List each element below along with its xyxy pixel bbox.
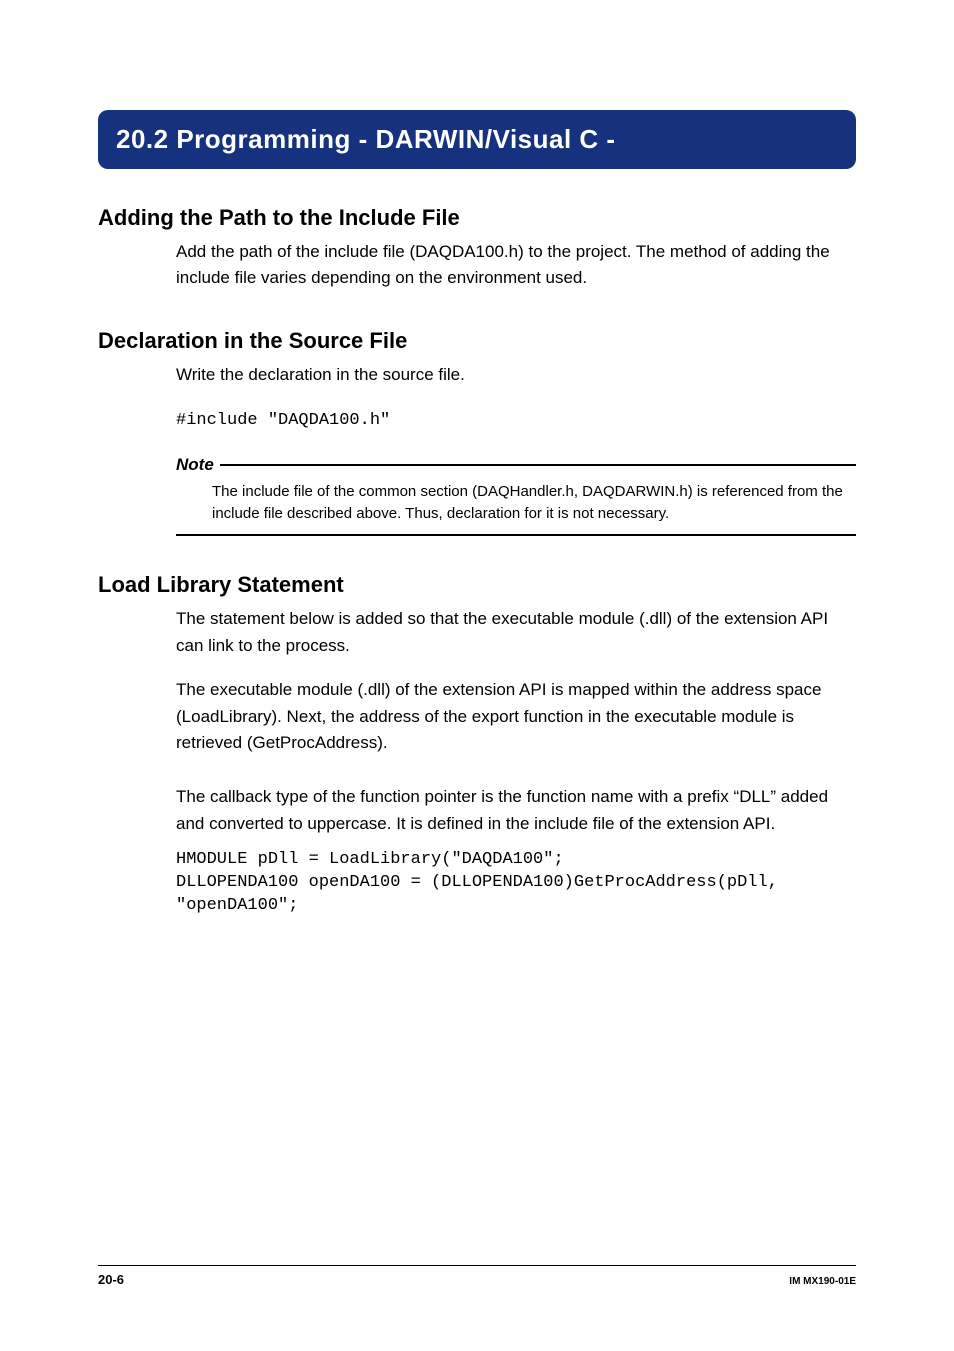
- footer-row: 20-6 IM MX190-01E: [98, 1272, 856, 1287]
- page-footer: 20-6 IM MX190-01E: [0, 1265, 954, 1287]
- note-body: The include file of the common section (…: [212, 481, 856, 525]
- banner-title-text: 20.2 Programming - DARWIN/Visual C -: [116, 124, 616, 154]
- page-number: 20-6: [98, 1272, 124, 1287]
- paragraph-load-1: The statement below is added so that the…: [176, 606, 856, 659]
- code-include-directive: #include "DAQDA100.h": [176, 410, 856, 433]
- heading-load-library: Load Library Statement: [98, 572, 856, 598]
- paragraph-load-3: The callback type of the function pointe…: [176, 784, 856, 837]
- note-header: Note: [176, 455, 856, 475]
- code-load-library: HMODULE pDll = LoadLibrary("DAQDA100"; D…: [176, 849, 856, 918]
- note-rule-top: [220, 464, 856, 466]
- heading-declaration: Declaration in the Source File: [98, 328, 856, 354]
- note-label: Note: [176, 455, 220, 475]
- note-block: Note The include file of the common sect…: [176, 455, 856, 537]
- paragraph-declaration: Write the declaration in the source file…: [176, 362, 856, 388]
- note-rule-bottom: [176, 534, 856, 536]
- document-id: IM MX190-01E: [789, 1276, 856, 1287]
- paragraph-include-path: Add the path of the include file (DAQDA1…: [176, 239, 856, 292]
- footer-rule: [98, 1265, 856, 1266]
- paragraph-load-2: The executable module (.dll) of the exte…: [176, 677, 856, 756]
- section-title-banner: 20.2 Programming - DARWIN/Visual C -: [98, 110, 856, 169]
- heading-include-path: Adding the Path to the Include File: [98, 205, 856, 231]
